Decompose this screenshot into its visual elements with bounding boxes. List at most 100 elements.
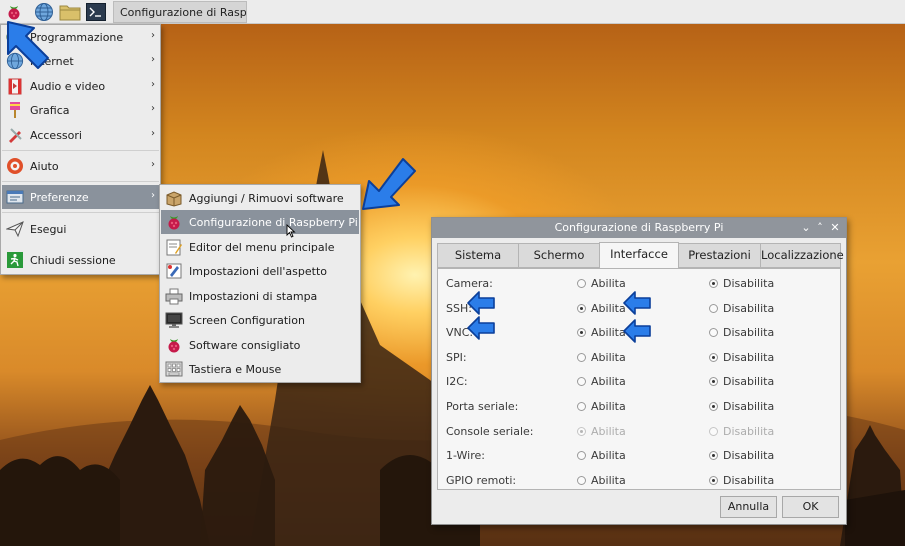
terminal-icon: [86, 3, 106, 21]
annotation-arrow-icon: [623, 291, 651, 315]
interface-label: 1-Wire:: [446, 449, 485, 463]
taskbar-window-button[interactable]: Configurazione di Raspberry Pi: [113, 1, 247, 23]
taskbar-window-label: Configurazione di Raspberry Pi: [120, 5, 247, 19]
submenu-item-raspberry-config[interactable]: Configurazione di Raspberry Pi: [161, 210, 359, 234]
taskbar: Configurazione di Raspberry Pi: [0, 0, 905, 24]
submenu-item-screen-configuration[interactable]: Screen Configuration: [161, 308, 359, 332]
menu-item-aiuto[interactable]: Aiuto ›: [2, 154, 159, 178]
menu-item-label: Grafica: [30, 103, 70, 117]
submenu-item-keyboard-mouse[interactable]: Tastiera e Mouse: [161, 357, 359, 381]
menu-item-label: Accessori: [30, 128, 82, 142]
menu-item-label: Editor del menu principale: [189, 240, 335, 254]
menu-item-grafica[interactable]: Grafica ›: [2, 98, 159, 122]
close-icon[interactable]: ✕: [828, 219, 842, 237]
menu-item-label: Configurazione di Raspberry Pi: [189, 215, 358, 229]
disable-radio: [709, 426, 718, 436]
disable-label: Disabilita: [723, 277, 775, 290]
enable-label: Abilita: [591, 350, 626, 364]
media-icon: [5, 76, 25, 96]
enable-radio[interactable]: [577, 279, 586, 288]
menu-editor-icon: [164, 237, 184, 257]
disable-radio[interactable]: [709, 279, 718, 288]
enable-radio[interactable]: [577, 303, 586, 313]
menu-item-accessori[interactable]: Accessori ›: [2, 123, 159, 147]
chevron-up-icon[interactable]: ˄: [813, 219, 827, 237]
enable-label: Abilita: [591, 400, 626, 413]
submenu-arrow-icon: ›: [151, 128, 155, 139]
file-manager-launcher[interactable]: [59, 1, 81, 23]
menu-item-esegui[interactable]: Esegui: [2, 217, 159, 241]
menu-item-chiudi-sessione[interactable]: Chiudi sessione: [2, 248, 159, 272]
menu-item-label: Audio e video: [30, 79, 106, 93]
tab-prestazioni[interactable]: Prestazioni: [678, 243, 761, 268]
annotation-arrow-icon: [362, 158, 416, 210]
submenu-item-printer-settings[interactable]: Impostazioni di stampa: [161, 284, 359, 308]
disable-label: Disabilita: [723, 473, 775, 487]
graphics-icon: [5, 100, 25, 120]
disable-radio[interactable]: [709, 303, 718, 313]
enable-label: Abilita: [591, 326, 626, 340]
interface-label: I2C:: [446, 375, 468, 389]
enable-radio[interactable]: [577, 451, 586, 461]
run-icon: [5, 219, 25, 239]
enable-radio[interactable]: [577, 328, 586, 338]
interface-label: Camera:: [446, 277, 493, 290]
submenu-item-add-remove-software[interactable]: Aggiungi / Rimuovi software: [161, 186, 359, 210]
interface-label: Porta seriale:: [446, 400, 519, 413]
tab-localizzazione[interactable]: Localizzazione: [760, 243, 844, 268]
menu-item-label: Software consigliato: [189, 338, 301, 352]
disable-radio[interactable]: [709, 352, 718, 362]
help-icon: [5, 156, 25, 176]
raspberry-icon: [164, 335, 184, 355]
disable-radio[interactable]: [709, 402, 718, 411]
menu-item-audio-video[interactable]: Audio e video ›: [2, 74, 159, 98]
menu-item-label: Aiuto: [30, 159, 59, 173]
menu-item-label: Esegui: [30, 222, 67, 236]
folder-icon: [59, 5, 81, 21]
menu-item-label: Impostazioni dell'aspetto: [189, 264, 328, 278]
disable-radio[interactable]: [709, 451, 718, 461]
annotation-arrow-icon: [7, 21, 49, 69]
menu-item-label: Screen Configuration: [189, 313, 305, 327]
disable-label: Disabilita: [723, 449, 775, 463]
submenu-item-recommended-software[interactable]: Software consigliato: [161, 333, 359, 357]
interface-label: SPI:: [446, 350, 467, 364]
submenu-arrow-icon: ›: [151, 159, 155, 170]
appearance-icon: [164, 261, 184, 281]
terminal-launcher[interactable]: [85, 1, 107, 23]
dialog-title-bar[interactable]: Configurazione di Raspberry Pi: [432, 218, 846, 238]
tab-sistema[interactable]: Sistema: [437, 243, 519, 268]
disable-radio[interactable]: [709, 328, 718, 338]
submenu-item-menu-editor[interactable]: Editor del menu principale: [161, 235, 359, 259]
disable-label: Disabilita: [723, 326, 775, 340]
monitor-icon: [164, 310, 184, 330]
menu-item-label: Preferenze: [30, 190, 89, 204]
menu-item-preferenze[interactable]: Preferenze ›: [2, 185, 159, 209]
enable-label: Abilita: [591, 301, 626, 315]
tab-schermo[interactable]: Schermo: [518, 243, 600, 268]
menu-item-label: Impostazioni di stampa: [189, 289, 318, 303]
tab-interfacce[interactable]: Interfacce: [599, 242, 679, 269]
disable-label: Disabilita: [723, 350, 775, 364]
enable-radio[interactable]: [577, 377, 586, 387]
annotation-arrow-icon: [467, 291, 495, 315]
ok-button[interactable]: OK: [782, 496, 839, 518]
disable-radio[interactable]: [709, 377, 718, 387]
submenu-arrow-icon: ›: [151, 79, 155, 90]
enable-radio[interactable]: [577, 352, 586, 362]
keyboard-icon: [164, 359, 184, 379]
disable-label: Disabilita: [723, 424, 775, 438]
cancel-button[interactable]: Annulla: [720, 496, 777, 518]
enable-radio: [577, 426, 586, 436]
annotation-arrow-icon: [467, 316, 495, 340]
enable-radio[interactable]: [577, 475, 586, 485]
submenu-arrow-icon: ›: [151, 103, 155, 114]
preferences-submenu: Aggiungi / Rimuovi software Configurazio…: [159, 184, 361, 383]
submenu-item-appearance[interactable]: Impostazioni dell'aspetto: [161, 259, 359, 283]
printer-icon: [164, 286, 184, 306]
disable-radio[interactable]: [709, 475, 718, 485]
chevron-down-icon[interactable]: ⌄: [799, 219, 813, 237]
enable-label: Abilita: [591, 473, 626, 487]
interface-label: Console seriale:: [446, 424, 534, 438]
enable-radio[interactable]: [577, 402, 586, 411]
